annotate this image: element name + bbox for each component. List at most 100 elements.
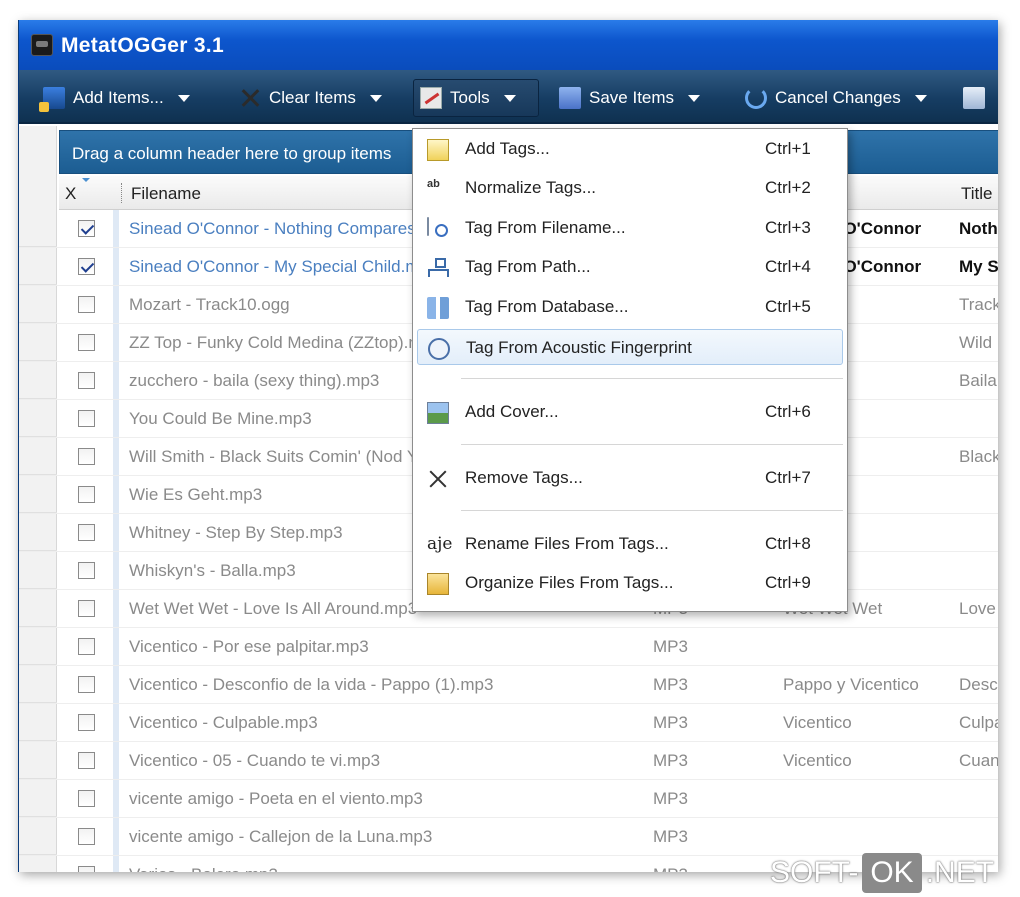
row-indicator[interactable] — [19, 590, 57, 627]
row-checkbox[interactable] — [78, 562, 95, 579]
row-indicator[interactable] — [19, 286, 57, 323]
row-checkbox[interactable] — [78, 676, 95, 693]
row-indicator[interactable] — [19, 476, 57, 513]
menu-separator — [461, 378, 843, 379]
undo-icon — [745, 87, 767, 109]
acoustic-fingerprint-icon — [428, 338, 450, 360]
row-indicator[interactable] — [19, 438, 57, 475]
row-checkbox[interactable] — [78, 296, 95, 313]
row-checkbox[interactable] — [78, 486, 95, 503]
table-row[interactable]: vicente amigo - Callejon de la Luna.mp3 M… — [19, 818, 998, 856]
normalize-tags-icon: ab — [427, 178, 449, 200]
menu-item-tag-from-path[interactable]: Tag From Path... Ctrl+4 — [417, 249, 843, 285]
table-row[interactable]: vicente amigo - Poeta en el viento.mp3 MP… — [19, 780, 998, 818]
row-checkbox[interactable] — [78, 866, 95, 872]
menu-item-label: Remove Tags... — [465, 468, 583, 487]
table-row[interactable]: Vicentico - Por ese palpitar.mp3 MP3 — [19, 628, 998, 666]
add-items-button[interactable]: Add Items... — [37, 79, 196, 117]
menu-item-rename-files-from-tags[interactable]: aje Rename Files From Tags... Ctrl+8 — [417, 526, 843, 562]
column-header-select[interactable]: X — [65, 184, 76, 204]
save-items-button[interactable]: Save Items — [553, 79, 706, 117]
menu-item-remove-tags[interactable]: Remove Tags... Ctrl+7 — [417, 460, 843, 496]
cell-title: Track — [959, 295, 998, 314]
row-checkbox[interactable] — [78, 372, 95, 389]
menu-item-add-tags[interactable]: Add Tags... Ctrl+1 — [417, 131, 843, 167]
menu-item-label: Tag From Filename... — [465, 218, 626, 237]
row-checkbox[interactable] — [78, 714, 95, 731]
cancel-changes-button[interactable]: Cancel Changes — [739, 79, 933, 117]
column-header-title[interactable]: Title — [961, 184, 993, 204]
table-row[interactable]: Vicentico - 05 - Cuando te vi.mp3 MP3 Vice… — [19, 742, 998, 780]
cell-type: MP3 — [653, 751, 688, 770]
row-indicator[interactable] — [19, 514, 57, 551]
chevron-down-icon[interactable] — [914, 94, 927, 102]
cell-title: Baila — [959, 371, 997, 390]
row-checkbox[interactable] — [78, 638, 95, 655]
row-checkbox[interactable] — [78, 220, 95, 237]
row-checkbox[interactable] — [78, 828, 95, 845]
group-by-hint: Drag a column header here to group items — [72, 144, 392, 163]
main-toolbar: Add Items... Clear Items Tools Save Item… — [19, 70, 998, 124]
menu-item-normalize-tags[interactable]: ab Normalize Tags... Ctrl+2 — [417, 170, 843, 206]
cell-title: Black — [959, 447, 998, 466]
row-checkbox[interactable] — [78, 448, 95, 465]
row-checkbox[interactable] — [78, 258, 95, 275]
row-indicator[interactable] — [19, 400, 57, 437]
cell-filename: vicente amigo - Poeta en el viento.mp3 — [129, 789, 423, 808]
menu-item-add-cover[interactable]: Add Cover... Ctrl+6 — [417, 394, 843, 430]
watermark-left: SOFT- — [770, 856, 859, 889]
row-indicator[interactable] — [19, 742, 57, 779]
menu-item-shortcut: Ctrl+1 — [765, 139, 811, 158]
rename-files-icon: aje — [427, 534, 453, 554]
menu-separator — [461, 444, 843, 445]
row-indicator[interactable] — [19, 818, 57, 855]
menu-item-organize-files-from-tags[interactable]: Organize Files From Tags... Ctrl+9 — [417, 565, 843, 601]
cell-artist: Vicentico — [783, 751, 852, 770]
table-row[interactable]: Vicentico - Culpable.mp3 MP3 Vicentico Culp… — [19, 704, 998, 742]
title-bar[interactable]: MetatOGGer 3.1 — [19, 20, 998, 70]
column-header-filename[interactable]: Filename — [131, 184, 201, 204]
chevron-down-icon[interactable] — [369, 94, 382, 102]
cell-type: MP3 — [653, 675, 688, 694]
chevron-down-icon[interactable] — [688, 94, 701, 102]
row-checkbox[interactable] — [78, 524, 95, 541]
row-checkbox[interactable] — [78, 410, 95, 427]
row-indicator[interactable] — [19, 552, 57, 589]
row-checkbox[interactable] — [78, 790, 95, 807]
cell-title: Culpa — [959, 713, 998, 732]
menu-item-label: Tag From Path... — [465, 257, 591, 276]
row-checkbox[interactable] — [78, 752, 95, 769]
row-indicator[interactable] — [19, 704, 57, 741]
cell-title: Desco — [959, 675, 998, 694]
cell-title: My Special — [959, 257, 998, 276]
column-separator[interactable] — [121, 183, 122, 203]
row-indicator[interactable] — [19, 856, 57, 872]
row-indicator[interactable] — [19, 628, 57, 665]
row-indicator[interactable] — [19, 362, 57, 399]
table-row[interactable]: Vicentico - Desconfio de la vida - Pappo… — [19, 666, 998, 704]
row-indicator[interactable] — [19, 210, 57, 247]
cell-type: MP3 — [653, 789, 688, 808]
tools-button[interactable]: Tools — [413, 79, 539, 117]
menu-item-shortcut: Ctrl+2 — [765, 178, 811, 197]
row-checkbox[interactable] — [78, 334, 95, 351]
row-indicator[interactable] — [19, 666, 57, 703]
more-toolbar-button[interactable] — [957, 79, 998, 117]
cell-filename: Vicentico - Culpable.mp3 — [129, 713, 318, 732]
menu-item-label: Normalize Tags... — [465, 178, 597, 197]
menu-item-tag-from-database[interactable]: Tag From Database... Ctrl+5 — [417, 289, 843, 325]
watermark-right: .NET — [925, 856, 995, 889]
watermark: SOFT- OK .NET — [770, 852, 994, 894]
chevron-down-icon[interactable] — [503, 94, 516, 102]
row-checkbox[interactable] — [78, 600, 95, 617]
menu-item-label: Tag From Database... — [465, 297, 629, 316]
clear-items-button[interactable]: Clear Items — [233, 79, 388, 117]
row-indicator[interactable] — [19, 324, 57, 361]
menu-item-shortcut: Ctrl+4 — [765, 257, 811, 276]
chevron-down-icon[interactable] — [177, 94, 190, 102]
row-indicator[interactable] — [19, 780, 57, 817]
menu-item-tag-from-acoustic-fingerprint[interactable]: Tag From Acoustic Fingerprint — [417, 329, 843, 365]
tools-icon — [420, 87, 442, 109]
menu-item-tag-from-filename[interactable]: Tag From Filename... Ctrl+3 — [417, 210, 843, 246]
row-indicator[interactable] — [19, 248, 57, 285]
